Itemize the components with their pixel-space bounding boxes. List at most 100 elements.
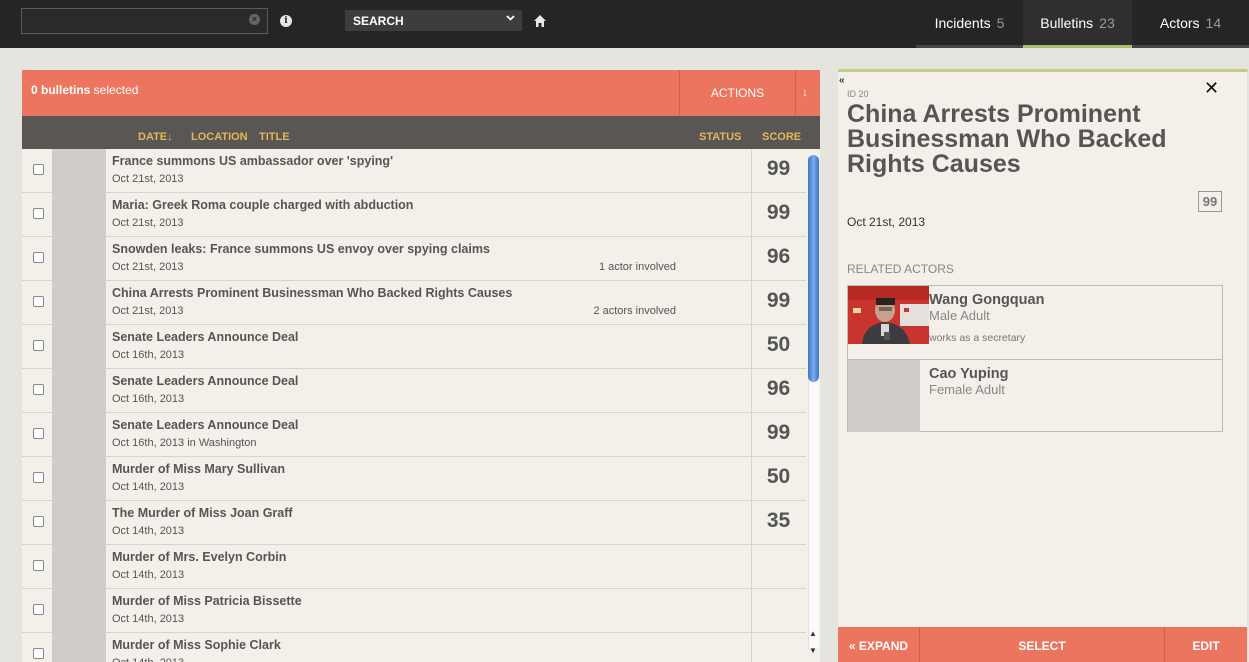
row-score-cell: 50 xyxy=(751,325,806,369)
row-actors-count: 2 actors involved xyxy=(593,305,676,317)
row-title[interactable]: Senate Leaders Announce Deal xyxy=(112,374,298,388)
bulletin-row[interactable]: Murder of Mrs. Evelyn Corbin Oct 14th, 20… xyxy=(22,545,806,589)
tab-label: Incidents xyxy=(934,14,991,31)
bulletin-row[interactable]: Maria: Greek Roma couple charged with ab… xyxy=(22,193,806,237)
row-title[interactable]: Maria: Greek Roma couple charged with ab… xyxy=(112,198,413,212)
row-score-cell: 99 xyxy=(751,193,806,237)
scroll-up-icon[interactable]: ▲ xyxy=(809,629,817,638)
row-checkbox[interactable] xyxy=(33,648,44,659)
row-title[interactable]: Murder of Mrs. Evelyn Corbin xyxy=(112,550,286,564)
row-title[interactable]: Murder of Miss Mary Sullivan xyxy=(112,462,285,476)
clear-search-icon[interactable]: × xyxy=(249,14,260,25)
column-date[interactable]: DATE↓ xyxy=(138,131,173,143)
row-checkbox[interactable] xyxy=(33,252,44,263)
actor-card[interactable]: Cao Yuping Female Adult xyxy=(848,359,1222,432)
bulletin-id: ID 20 xyxy=(847,89,869,99)
bulletin-row[interactable]: Murder of Miss Mary Sullivan Oct 14th, 20… xyxy=(22,457,806,501)
row-checkbox[interactable] xyxy=(33,164,44,175)
scroll-thumb[interactable] xyxy=(808,155,819,382)
row-date: Oct 14th, 2013 xyxy=(112,657,184,662)
row-date: Oct 21st, 2013 xyxy=(112,305,184,317)
related-actors-list: Wang Gongquan Male Adult works as a secr… xyxy=(847,285,1223,432)
list-scrollbar[interactable]: ▲ ▼ xyxy=(807,149,820,662)
row-title[interactable]: China Arrests Prominent Businessman Who … xyxy=(112,286,512,300)
row-score-cell xyxy=(751,633,806,662)
row-thumbnail xyxy=(52,237,106,281)
actions-button[interactable]: ACTIONS xyxy=(679,70,796,116)
column-score[interactable]: SCORE xyxy=(762,131,801,143)
row-checkbox[interactable] xyxy=(33,208,44,219)
row-checkbox[interactable] xyxy=(33,604,44,615)
row-thumbnail xyxy=(52,325,106,369)
column-status[interactable]: STATUS xyxy=(699,131,741,143)
scroll-down-icon[interactable]: ▼ xyxy=(809,646,817,655)
row-title[interactable]: Senate Leaders Announce Deal xyxy=(112,330,298,344)
row-score-cell: 99 xyxy=(751,413,806,457)
info-icon[interactable]: i xyxy=(280,15,292,27)
row-score-cell: 50 xyxy=(751,457,806,501)
row-thumbnail xyxy=(52,413,106,457)
bulletin-row[interactable]: Murder of Miss Sophie Clark Oct 14th, 201… xyxy=(22,633,806,662)
row-score-cell xyxy=(751,589,806,633)
bulletin-row[interactable]: Murder of Miss Patricia Bissette Oct 14th… xyxy=(22,589,806,633)
row-actors-count: 1 actor involved xyxy=(598,261,676,273)
row-date: Oct 21st, 2013 xyxy=(112,217,184,229)
row-date: Oct 16th, 2013 xyxy=(112,393,185,405)
collapse-icon[interactable]: « xyxy=(839,75,845,86)
bulletin-row[interactable]: Senate Leaders Announce Deal Oct 16th, 20… xyxy=(22,325,806,369)
bulletin-row[interactable]: China Arrests Prominent Businessman Who … xyxy=(22,281,806,325)
tab-bulletins[interactable]: Bulletins 23 xyxy=(1023,0,1132,48)
row-title[interactable]: Murder of Miss Patricia Bissette xyxy=(112,594,302,608)
row-score: 96 xyxy=(766,377,791,400)
bulletin-detail-panel: « ✕ ID 20 China Arrests Prominent Busine… xyxy=(838,69,1248,662)
selection-bar: 0 bulletins selected ACTIONS ↓ xyxy=(22,70,820,116)
row-checkbox[interactable] xyxy=(33,296,44,307)
row-title[interactable]: Snowden leaks: France summons US envoy o… xyxy=(112,242,490,256)
edit-button[interactable]: EDIT xyxy=(1165,627,1247,662)
close-icon[interactable]: ✕ xyxy=(1204,78,1219,99)
row-title[interactable]: Murder of Miss Sophie Clark xyxy=(112,638,281,652)
search-select-value: SEARCH xyxy=(353,14,404,28)
row-checkbox[interactable] xyxy=(33,340,44,351)
search-input[interactable]: × xyxy=(21,8,268,34)
actor-photo xyxy=(848,286,929,344)
main-tabs: Incidents 5 Bulletins 23 Actors 14 xyxy=(916,0,1249,48)
actor-description: Male Adult xyxy=(929,308,990,323)
row-checkbox[interactable] xyxy=(33,428,44,439)
row-thumbnail xyxy=(52,369,106,413)
row-score-cell: 35 xyxy=(751,501,806,545)
bulletin-row[interactable]: Snowden leaks: France summons US envoy o… xyxy=(22,237,806,281)
actor-photo-placeholder xyxy=(848,360,920,432)
tab-incidents[interactable]: Incidents 5 xyxy=(916,0,1023,48)
arrow-down-icon[interactable]: ↓ xyxy=(802,85,808,99)
tab-count: 14 xyxy=(1205,14,1222,31)
row-checkbox[interactable] xyxy=(33,516,44,527)
search-type-select[interactable]: SEARCH xyxy=(345,10,522,31)
row-score-cell: 96 xyxy=(751,237,806,281)
selected-suffix: selected xyxy=(90,83,139,97)
home-icon[interactable] xyxy=(533,14,547,28)
select-button[interactable]: SELECT xyxy=(920,627,1165,662)
column-title[interactable]: TITLE xyxy=(259,131,290,143)
row-checkbox[interactable] xyxy=(33,560,44,571)
row-title[interactable]: Senate Leaders Announce Deal xyxy=(112,418,298,432)
bulletin-row[interactable]: Senate Leaders Announce Deal Oct 16th, 20… xyxy=(22,369,806,413)
row-checkbox[interactable] xyxy=(33,472,44,483)
column-location[interactable]: LOCATION xyxy=(191,131,248,143)
row-title[interactable]: The Murder of Miss Joan Graff xyxy=(112,506,293,520)
row-thumbnail xyxy=(52,457,106,501)
bulletin-row[interactable]: France summons US ambassador over 'spyin… xyxy=(22,149,806,193)
bulletin-row[interactable]: The Murder of Miss Joan Graff Oct 14th, 2… xyxy=(22,501,806,545)
tab-actors[interactable]: Actors 14 xyxy=(1132,0,1249,48)
bulletin-rows: France summons US ambassador over 'spyin… xyxy=(22,149,806,662)
actor-note: works as a secretary xyxy=(929,332,1026,344)
row-title[interactable]: France summons US ambassador over 'spyin… xyxy=(112,154,393,168)
row-thumbnail xyxy=(52,589,106,633)
row-date: Oct 16th, 2013 xyxy=(112,349,185,361)
row-checkbox[interactable] xyxy=(33,384,44,395)
bulletin-score: 99 xyxy=(1198,191,1222,212)
related-actors-heading: RELATED ACTORS xyxy=(847,262,954,276)
bulletin-row[interactable]: Senate Leaders Announce Deal Oct 16th, 20… xyxy=(22,413,806,457)
expand-button[interactable]: « EXPAND xyxy=(838,627,920,662)
actor-card[interactable]: Wang Gongquan Male Adult works as a secr… xyxy=(848,286,1222,359)
